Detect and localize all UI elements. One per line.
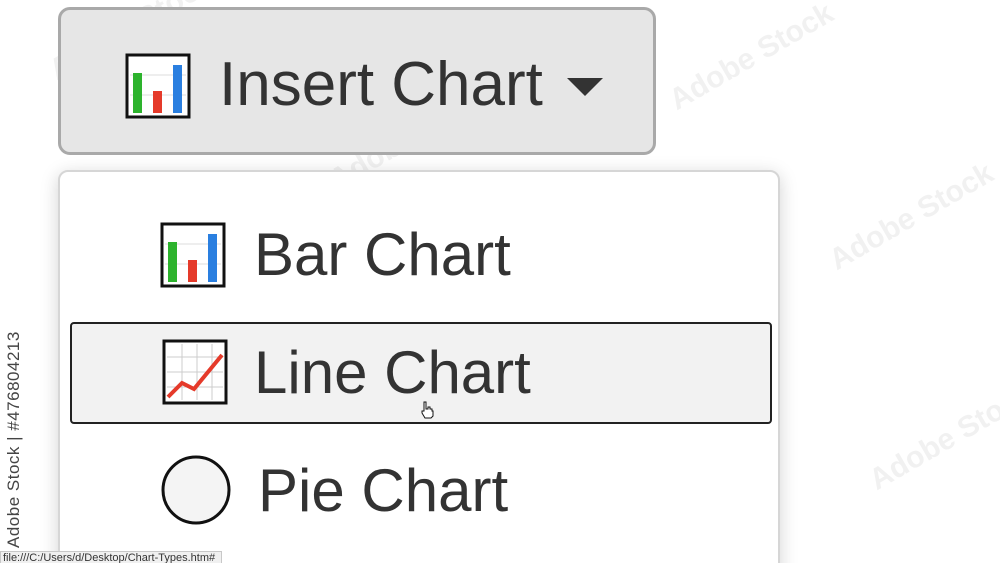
watermark-pattern: Adobe Stock <box>663 0 840 117</box>
bar-chart-icon <box>125 53 191 119</box>
insert-chart-button[interactable]: Insert Chart <box>58 7 656 155</box>
menu-item-bar-chart[interactable]: Bar Chart <box>70 192 772 294</box>
insert-chart-label: Insert Chart <box>219 50 543 119</box>
caret-down-icon <box>567 78 603 96</box>
chart-type-menu: Bar Chart Line Chart Pie Chart <box>58 170 780 563</box>
menu-item-label: Bar Chart <box>254 221 511 288</box>
status-bar-url: file:///C:/Users/d/Desktop/Chart-Types.h… <box>0 551 223 563</box>
hand-cursor-icon <box>421 401 434 419</box>
menu-item-label: Pie Chart <box>258 457 509 524</box>
pie-chart-icon <box>161 455 231 525</box>
menu-item-pie-chart[interactable]: Pie Chart <box>70 442 772 544</box>
watermark-pattern: Adobe Stock <box>863 376 1000 497</box>
side-watermark-text: Adobe Stock | #476804213 <box>4 331 23 548</box>
line-chart-icon <box>162 339 228 405</box>
bar-chart-icon <box>160 222 226 288</box>
menu-item-label: Line Chart <box>254 339 531 406</box>
watermark-pattern: Adobe Stock <box>823 156 1000 277</box>
screen: Adobe Stock Adobe Stock Adobe Stock Adob… <box>0 0 1000 563</box>
